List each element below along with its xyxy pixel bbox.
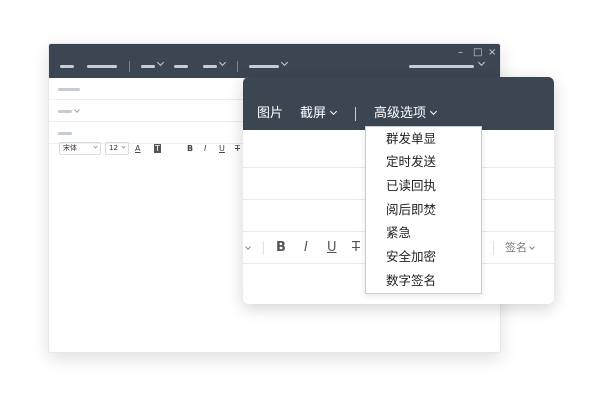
- image-button[interactable]: 图片: [257, 106, 283, 122]
- italic-button[interactable]: I: [204, 142, 206, 155]
- minimize-icon[interactable]: –: [458, 48, 463, 58]
- menu-item-scheduled-send[interactable]: 定时发送: [366, 150, 481, 173]
- toolbar-placeholder[interactable]: [409, 65, 474, 68]
- chevron-down-icon: [429, 107, 438, 116]
- chevron-down-icon: [329, 107, 338, 116]
- screenshot-label: 截屏: [300, 106, 327, 121]
- menu-item-read-receipt[interactable]: 已读回执: [366, 174, 481, 197]
- toolbar-placeholder[interactable]: [60, 65, 74, 68]
- close-icon[interactable]: ×: [488, 48, 496, 58]
- toolbar-divider: [263, 241, 264, 255]
- font-size-select[interactable]: 12: [105, 142, 129, 155]
- advanced-options-menu: 群发单显 定时发送 已读回执 阅后即焚 紧急 安全加密 数字签名: [365, 126, 482, 294]
- advanced-options-button[interactable]: 高级选项: [374, 106, 438, 122]
- menu-item-digital-signature[interactable]: 数字签名: [366, 269, 481, 292]
- font-size-value: 12: [109, 144, 118, 152]
- screenshot-button[interactable]: 截屏: [300, 106, 338, 122]
- chevron-down-icon: [121, 144, 126, 149]
- toolbar-divider: [129, 61, 130, 72]
- cc-row[interactable]: [49, 100, 249, 122]
- chevron-down-icon: [156, 58, 165, 67]
- chevron-down-icon: [477, 58, 486, 67]
- toolbar-placeholder[interactable]: [87, 65, 117, 68]
- underline-button[interactable]: U: [327, 240, 337, 256]
- menu-item-urgent[interactable]: 紧急: [366, 221, 481, 244]
- chevron-down-icon: [280, 58, 289, 67]
- bold-button[interactable]: B: [187, 142, 193, 155]
- toolbar-placeholder[interactable]: [141, 65, 155, 68]
- toolbar-divider: [355, 107, 356, 121]
- chevron-down-icon: [218, 58, 227, 67]
- chevron-down-icon: [529, 244, 535, 250]
- recipient-row[interactable]: [49, 78, 249, 100]
- toolbar-divider: [237, 61, 238, 72]
- font-color-icon[interactable]: A: [135, 142, 140, 155]
- chevron-down-icon: [93, 144, 98, 149]
- subject-row[interactable]: [49, 122, 249, 144]
- back-format-toolbar: 宋体 12 A T B I U T: [49, 142, 249, 160]
- toolbar-placeholder[interactable]: [249, 65, 279, 68]
- font-family-value: 宋体: [63, 144, 77, 152]
- toolbar-placeholder[interactable]: [203, 65, 217, 68]
- italic-button[interactable]: I: [304, 240, 308, 256]
- field-placeholder: [58, 110, 72, 113]
- menu-item-secure-encryption[interactable]: 安全加密: [366, 245, 481, 268]
- bold-button[interactable]: B: [276, 240, 286, 256]
- maximize-icon[interactable]: □: [473, 48, 482, 58]
- font-family-select[interactable]: 宋体: [59, 142, 101, 155]
- stage: – □ × 宋体 12 A T B I U T 图片 截屏 高级选项 B I U…: [0, 0, 600, 396]
- background-color-icon[interactable]: T: [154, 144, 161, 153]
- chevron-down-icon[interactable]: [245, 244, 251, 250]
- back-toolbar: – □ ×: [49, 44, 500, 78]
- field-placeholder: [58, 88, 80, 91]
- signature-select[interactable]: 签名: [505, 241, 535, 255]
- strikethrough-button[interactable]: T: [235, 142, 240, 155]
- toolbar-placeholder[interactable]: [174, 65, 188, 68]
- menu-item-group-send-separately[interactable]: 群发单显: [366, 127, 481, 150]
- chevron-down-icon: [74, 107, 80, 113]
- strikethrough-button[interactable]: T: [352, 240, 360, 256]
- menu-item-burn-after-reading[interactable]: 阅后即焚: [366, 198, 481, 221]
- advanced-options-label: 高级选项: [374, 106, 427, 121]
- toolbar-divider: [493, 241, 494, 255]
- signature-label: 签名: [505, 241, 527, 254]
- underline-button[interactable]: U: [219, 142, 225, 155]
- field-placeholder: [58, 132, 72, 135]
- front-toolbar: 图片 截屏 高级选项: [243, 77, 554, 130]
